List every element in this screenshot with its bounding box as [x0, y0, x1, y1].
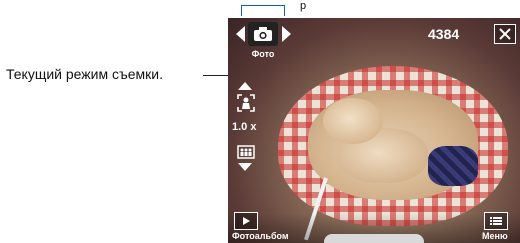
- top-callout-text: р: [300, 0, 307, 12]
- photo-album-button[interactable]: [234, 212, 258, 230]
- menu-list-icon: [490, 217, 502, 225]
- capture-tab[interactable]: [324, 234, 424, 243]
- zoom-out-wide-icon[interactable]: [237, 145, 255, 159]
- zoom-in-arrow[interactable]: [238, 82, 252, 90]
- play-icon: [243, 217, 250, 225]
- cat-head: [323, 98, 383, 144]
- menu-label: Меню: [482, 231, 508, 241]
- blue-cloth: [428, 146, 478, 186]
- current-mode-callout-label: Текущий режим съемки.: [6, 66, 163, 82]
- close-button[interactable]: [494, 24, 516, 44]
- capture-mode-label: Фото: [251, 49, 275, 59]
- zoom-in-person-icon[interactable]: [237, 94, 255, 112]
- menu-button[interactable]: [484, 212, 508, 230]
- zoom-level-readout: 1.0 x: [232, 121, 257, 133]
- photo-album-label: Фотоальбом: [232, 231, 289, 241]
- mode-selector-bracket: [241, 5, 285, 16]
- camera-icon[interactable]: [248, 22, 278, 46]
- chevron-left-icon[interactable]: [236, 26, 245, 42]
- camera-viewfinder: Фото 4384 1.0 x Фотоальбом Меню: [228, 18, 520, 243]
- zoom-out-arrow[interactable]: [238, 163, 252, 171]
- chevron-right-icon[interactable]: [282, 26, 291, 42]
- close-icon: [499, 28, 511, 40]
- remaining-shots-counter: 4384: [428, 26, 460, 42]
